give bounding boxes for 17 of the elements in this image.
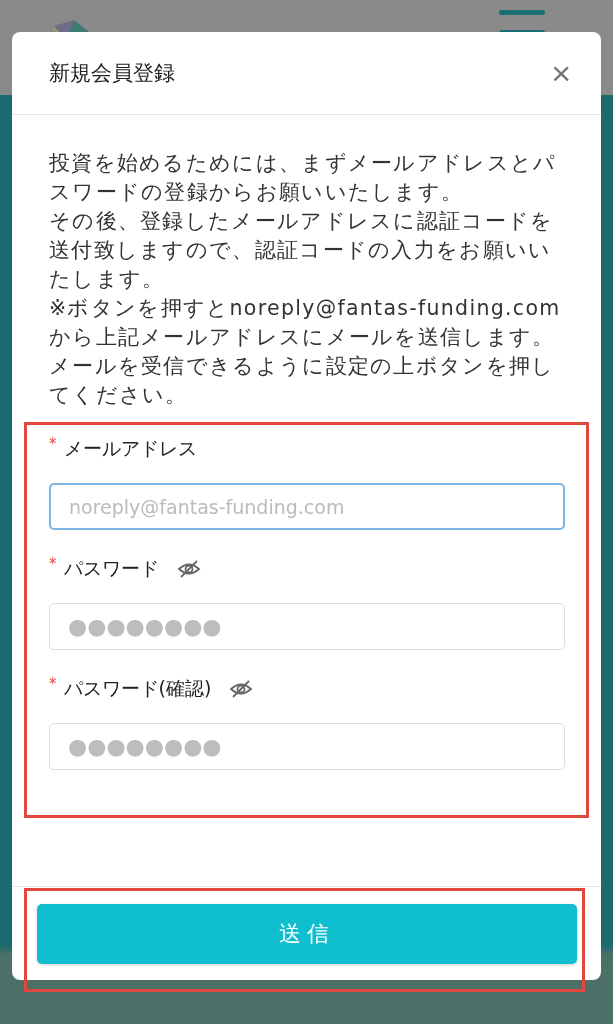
required-mark: * [49, 675, 57, 693]
field-label: パスワード [63, 556, 159, 581]
intro-text: ※ボタンを押すとnoreply@fantas-funding.comから上記メールアドレスにメールを送信します。メールを受信できるように設定の上ボタンを押してください。 [49, 295, 562, 409]
eye-icon[interactable] [176, 559, 201, 579]
intro-text: 投資を始めるためには、まずメールアドレスとパスワードの登録からお願いいたします。 [49, 150, 558, 206]
required-mark: * [49, 555, 57, 573]
field-label: パスワード(確認) [63, 676, 212, 701]
close-button[interactable]: × [551, 56, 571, 90]
field-label: メールアドレス [63, 436, 197, 461]
password-field[interactable]: ●●●●●●●● [49, 603, 565, 650]
submit-button[interactable]: 送信 [37, 904, 577, 964]
dialog-title: 新規会員登録 [49, 60, 175, 87]
email-field[interactable]: noreply@fantas-funding.com [49, 483, 565, 530]
eye-icon[interactable] [229, 679, 254, 699]
intro-text: その後、登録したメールアドレスに認証コードを送付致しますので、認証コードの入力をお願いいたします。 [49, 208, 555, 293]
password-field[interactable]: ●●●●●●●● [49, 723, 565, 770]
required-mark: * [49, 435, 57, 453]
